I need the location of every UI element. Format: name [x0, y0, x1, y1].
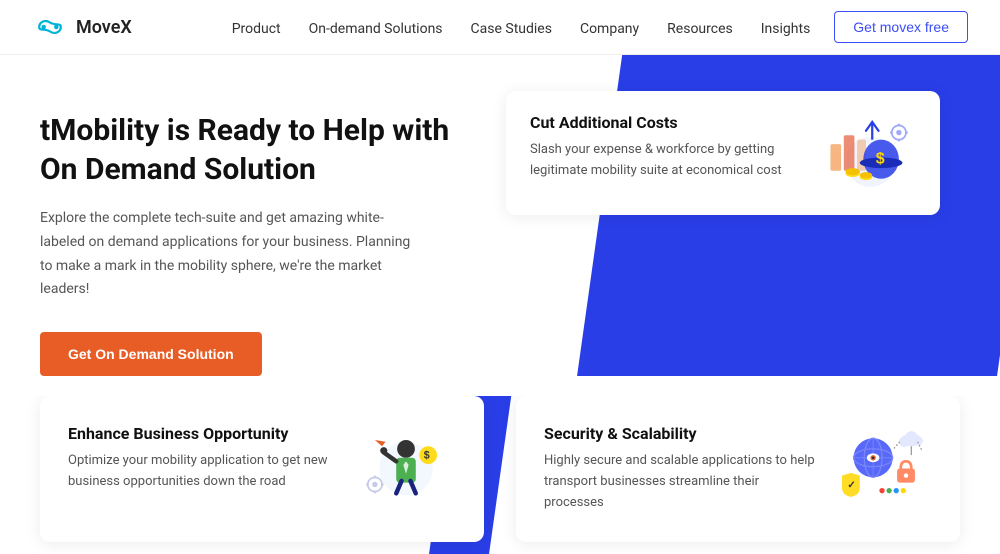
hero-description: Explore the complete tech-suite and get … [40, 207, 420, 302]
nav-item-casestudies[interactable]: Case Studies [471, 18, 552, 37]
hero-right: Cut Additional Costs Slash your expense … [516, 103, 960, 376]
enhance-business-illustration: $ [356, 424, 456, 504]
card-enhance-business: Enhance Business Opportunity Optimize yo… [40, 396, 484, 541]
navbar: MoveX Product On-demand Solutions Case S… [0, 0, 1000, 55]
security-illustration: ✓ [832, 424, 932, 504]
card-cut-costs-text: Cut Additional Costs Slash your expense … [530, 113, 800, 182]
card-security-title: Security & Scalability [544, 424, 820, 443]
hero-left: tMobility is Ready to Help with On Deman… [40, 103, 484, 376]
card-cut-costs: Cut Additional Costs Slash your expense … [506, 91, 940, 215]
nav-item-company[interactable]: Company [580, 18, 639, 37]
card-enhance-text: Enhance Business Opportunity Optimize yo… [68, 424, 344, 493]
nav-item-insights[interactable]: Insights [761, 18, 811, 37]
nav-item-ondemand[interactable]: On-demand Solutions [309, 18, 443, 37]
cut-costs-illustration: $ [816, 113, 916, 193]
card-enhance-desc: Optimize your mobility application to ge… [68, 451, 344, 493]
svg-text:$: $ [876, 151, 885, 168]
logo-icon [32, 17, 68, 37]
get-on-demand-solution-button[interactable]: Get On Demand Solution [40, 332, 262, 376]
svg-text:✓: ✓ [847, 480, 855, 491]
card-security-desc: Highly secure and scalable applications … [544, 451, 820, 513]
nav-links: Product On-demand Solutions Case Studies… [232, 18, 811, 37]
card-security-scalability: Security & Scalability Highly secure and… [516, 396, 960, 541]
hero-title: tMobility is Ready to Help with On Deman… [40, 111, 484, 189]
nav-item-product[interactable]: Product [232, 18, 281, 37]
card-cut-costs-title: Cut Additional Costs [530, 113, 800, 132]
get-movex-free-button[interactable]: Get movex free [834, 11, 968, 43]
hero-section: tMobility is Ready to Help with On Deman… [0, 55, 1000, 376]
logo-area: MoveX [32, 17, 132, 38]
svg-text:$: $ [424, 450, 430, 462]
card-cut-costs-desc: Slash your expense & workforce by gettin… [530, 140, 800, 182]
card-enhance-title: Enhance Business Opportunity [68, 424, 344, 443]
card-security-text: Security & Scalability Highly secure and… [544, 424, 820, 513]
nav-item-resources[interactable]: Resources [667, 18, 733, 37]
bottom-section: Enhance Business Opportunity Optimize yo… [0, 396, 1000, 553]
logo-text: MoveX [76, 17, 132, 38]
